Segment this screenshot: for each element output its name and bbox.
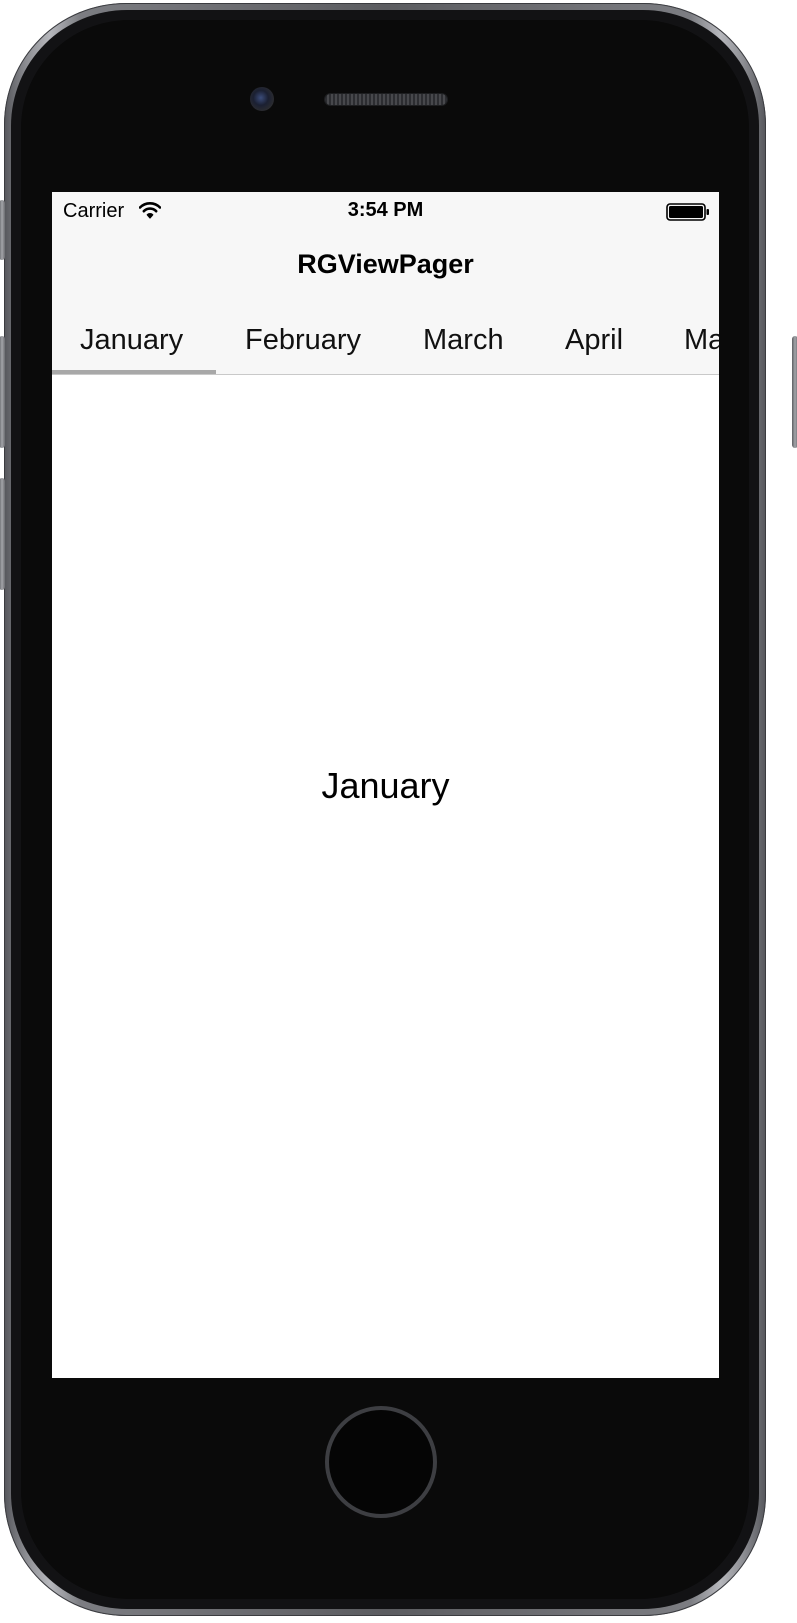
nav-title: RGViewPager bbox=[297, 249, 474, 279]
mute-switch bbox=[0, 200, 5, 260]
volume-up-button bbox=[0, 336, 5, 448]
tab-january[interactable]: January bbox=[80, 322, 183, 358]
battery-icon bbox=[666, 203, 709, 221]
page-content[interactable]: January bbox=[52, 375, 719, 1378]
selected-tab-indicator bbox=[52, 370, 216, 374]
home-button[interactable] bbox=[325, 1406, 437, 1518]
status-bar: Carrier 3:54 PM bbox=[52, 192, 719, 232]
page-label: January bbox=[321, 765, 450, 806]
status-time: 3:54 PM bbox=[347, 199, 424, 221]
front-camera-icon bbox=[250, 87, 274, 111]
tab-february[interactable]: February bbox=[245, 322, 361, 358]
volume-down-button bbox=[0, 478, 5, 590]
tab-may-partial[interactable]: Ma bbox=[684, 322, 719, 358]
navigation-bar: RGViewPager bbox=[52, 232, 719, 302]
tab-april[interactable]: April bbox=[565, 322, 623, 358]
power-button bbox=[792, 336, 797, 448]
earpiece-speaker bbox=[325, 94, 447, 105]
tab-march[interactable]: March bbox=[423, 322, 504, 358]
screen: Carrier 3:54 PM RGViewPager January Febr… bbox=[52, 192, 719, 1378]
tab-strip[interactable]: January February March April Ma bbox=[52, 302, 719, 375]
